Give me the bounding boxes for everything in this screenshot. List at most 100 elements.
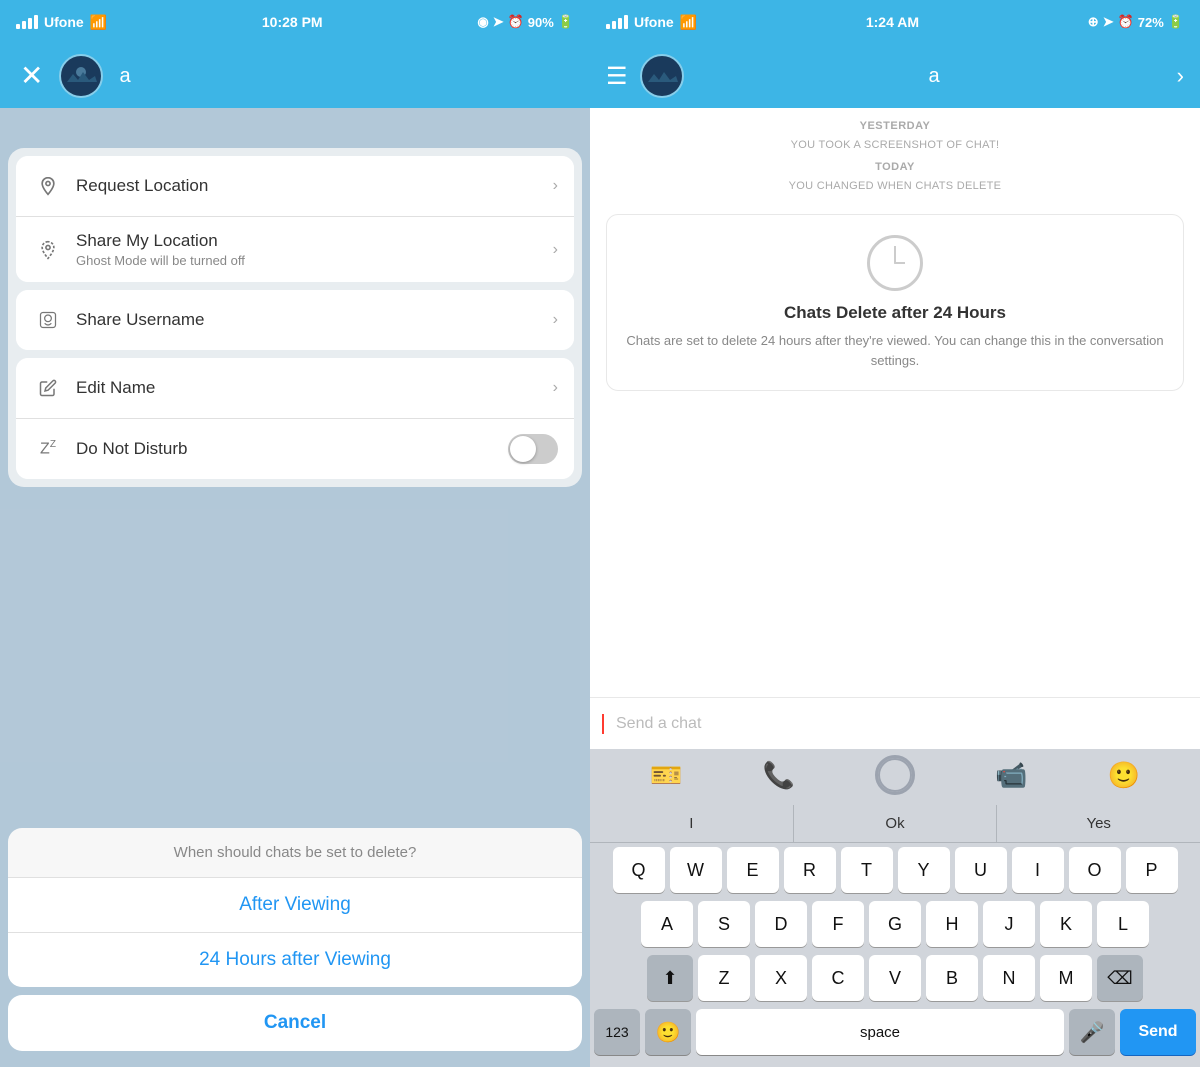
- request-location-title: Request Location: [76, 176, 553, 196]
- key-y[interactable]: Y: [898, 847, 950, 893]
- request-location-item[interactable]: Request Location ›: [16, 156, 574, 217]
- cancel-button[interactable]: Cancel: [8, 995, 582, 1051]
- edit-menu-group: Edit Name › ZZ Do Not Disturb: [16, 358, 574, 479]
- sticker-icon[interactable]: 🎫: [650, 760, 682, 791]
- edit-name-text: Edit Name: [76, 378, 553, 398]
- yesterday-label: YESTERDAY: [590, 120, 1200, 132]
- key-v[interactable]: V: [869, 955, 921, 1001]
- chevron-icon-0: ›: [553, 177, 558, 195]
- video-icon[interactable]: 📹: [995, 760, 1027, 791]
- key-row-3: ⬆ Z X C V B N M ⌫: [590, 951, 1200, 1005]
- key-l[interactable]: L: [1097, 901, 1149, 947]
- right-globe-icon: ⊕: [1088, 14, 1099, 30]
- key-e[interactable]: E: [727, 847, 779, 893]
- key-i[interactable]: I: [1012, 847, 1064, 893]
- delete-key[interactable]: ⌫: [1097, 955, 1143, 1001]
- close-button[interactable]: ✕: [20, 62, 43, 90]
- chat-input-placeholder[interactable]: Send a chat: [616, 715, 1188, 733]
- key-w[interactable]: W: [670, 847, 722, 893]
- right-username: a: [704, 65, 1165, 88]
- bottom-key-row: 123 🙂 space 🎤 Send: [590, 1005, 1200, 1063]
- right-signal-icon: [606, 15, 628, 29]
- key-q[interactable]: Q: [613, 847, 665, 893]
- key-r[interactable]: R: [784, 847, 836, 893]
- chat-card-desc: Chats are set to delete 24 hours after t…: [623, 331, 1167, 370]
- key-g[interactable]: G: [869, 901, 921, 947]
- share-location-subtitle: Ghost Mode will be turned off: [76, 253, 553, 268]
- right-wifi-icon: 📶: [680, 14, 697, 31]
- key-m[interactable]: M: [1040, 955, 1092, 1001]
- share-location-icon: [32, 234, 64, 266]
- chevron-icon-1: ›: [553, 241, 558, 259]
- left-status-bar: Ufone 📶 10:28 PM ◉ ➤ ⏰ 90% 🔋: [0, 0, 590, 44]
- right-chevron-icon[interactable]: ›: [1177, 63, 1184, 89]
- do-not-disturb-item[interactable]: ZZ Do Not Disturb: [16, 419, 574, 479]
- key-c[interactable]: C: [812, 955, 864, 1001]
- right-panel: Ufone 📶 1:24 AM ⊕ ➤ ⏰ 72% 🔋 ☰ a › YESTER…: [590, 0, 1200, 1067]
- do-not-disturb-toggle[interactable]: [508, 434, 558, 464]
- 24-hours-button[interactable]: 24 Hours after Viewing: [8, 933, 582, 987]
- mic-key[interactable]: 🎤: [1069, 1009, 1115, 1055]
- after-viewing-button[interactable]: After Viewing: [8, 878, 582, 933]
- snap-capture-button[interactable]: [875, 755, 915, 795]
- nav-icon: ➤: [493, 14, 504, 30]
- location-menu-group: Request Location › Share My Location Gho…: [16, 156, 574, 282]
- right-carrier-label: Ufone: [634, 14, 674, 30]
- key-x[interactable]: X: [755, 955, 807, 1001]
- shift-key[interactable]: ⬆: [647, 955, 693, 1001]
- username-menu-group: Share Username ›: [16, 290, 574, 350]
- right-nav-icon: ➤: [1103, 14, 1114, 30]
- space-key[interactable]: space: [696, 1009, 1064, 1055]
- share-username-title: Share Username: [76, 310, 553, 330]
- emoji-icon[interactable]: 🙂: [1108, 760, 1140, 791]
- send-button[interactable]: Send: [1120, 1009, 1196, 1055]
- key-b[interactable]: B: [926, 955, 978, 1001]
- key-k[interactable]: K: [1040, 901, 1092, 947]
- text-cursor: [602, 714, 604, 734]
- carrier-label: Ufone: [44, 14, 84, 30]
- menu-sheet: Request Location › Share My Location Gho…: [8, 148, 582, 487]
- menu-button[interactable]: ☰: [606, 62, 628, 91]
- key-j[interactable]: J: [983, 901, 1035, 947]
- key-h[interactable]: H: [926, 901, 978, 947]
- chat-area: YESTERDAY YOU TOOK A SCREENSHOT OF CHAT!…: [590, 108, 1200, 697]
- phone-icon[interactable]: 📞: [763, 760, 795, 791]
- today-label: TODAY: [590, 161, 1200, 173]
- signal-icon: [16, 15, 38, 29]
- left-top-bar: ✕ a: [0, 44, 590, 108]
- share-username-text: Share Username: [76, 310, 553, 330]
- key-z[interactable]: Z: [698, 955, 750, 1001]
- key-u[interactable]: U: [955, 847, 1007, 893]
- key-f[interactable]: F: [812, 901, 864, 947]
- right-battery-icon: 🔋: [1168, 14, 1184, 30]
- share-location-item[interactable]: Share My Location Ghost Mode will be tur…: [16, 217, 574, 282]
- quicktype-key-0[interactable]: I: [590, 805, 794, 842]
- screenshot-notif: YOU TOOK A SCREENSHOT OF CHAT!: [791, 139, 1000, 151]
- share-location-text: Share My Location Ghost Mode will be tur…: [76, 231, 553, 268]
- snapchat-ghost-icon: [32, 304, 64, 336]
- key-p[interactable]: P: [1126, 847, 1178, 893]
- key-row-2: A S D F G H J K L: [590, 897, 1200, 951]
- action-sheet-main: When should chats be set to delete? Afte…: [8, 828, 582, 987]
- location-pin-icon: [32, 170, 64, 202]
- key-t[interactable]: T: [841, 847, 893, 893]
- right-status-right: ⊕ ➤ ⏰ 72% 🔋: [1088, 14, 1184, 30]
- key-s[interactable]: S: [698, 901, 750, 947]
- right-time: 1:24 AM: [866, 14, 919, 30]
- emoji-key[interactable]: 🙂: [645, 1009, 691, 1055]
- key-d[interactable]: D: [755, 901, 807, 947]
- key-o[interactable]: O: [1069, 847, 1121, 893]
- quicktype-key-1[interactable]: Ok: [794, 805, 998, 842]
- space-label: space: [860, 1024, 900, 1041]
- share-username-item[interactable]: Share Username ›: [16, 290, 574, 350]
- key-a[interactable]: A: [641, 901, 693, 947]
- edit-name-title: Edit Name: [76, 378, 553, 398]
- edit-name-item[interactable]: Edit Name ›: [16, 358, 574, 419]
- quicktype-key-2[interactable]: Yes: [997, 805, 1200, 842]
- pencil-icon: [32, 372, 64, 404]
- toggle-thumb: [510, 436, 536, 462]
- chat-input-row[interactable]: Send a chat: [590, 697, 1200, 749]
- numbers-key[interactable]: 123: [594, 1009, 640, 1055]
- share-location-title: Share My Location: [76, 231, 553, 251]
- key-n[interactable]: N: [983, 955, 1035, 1001]
